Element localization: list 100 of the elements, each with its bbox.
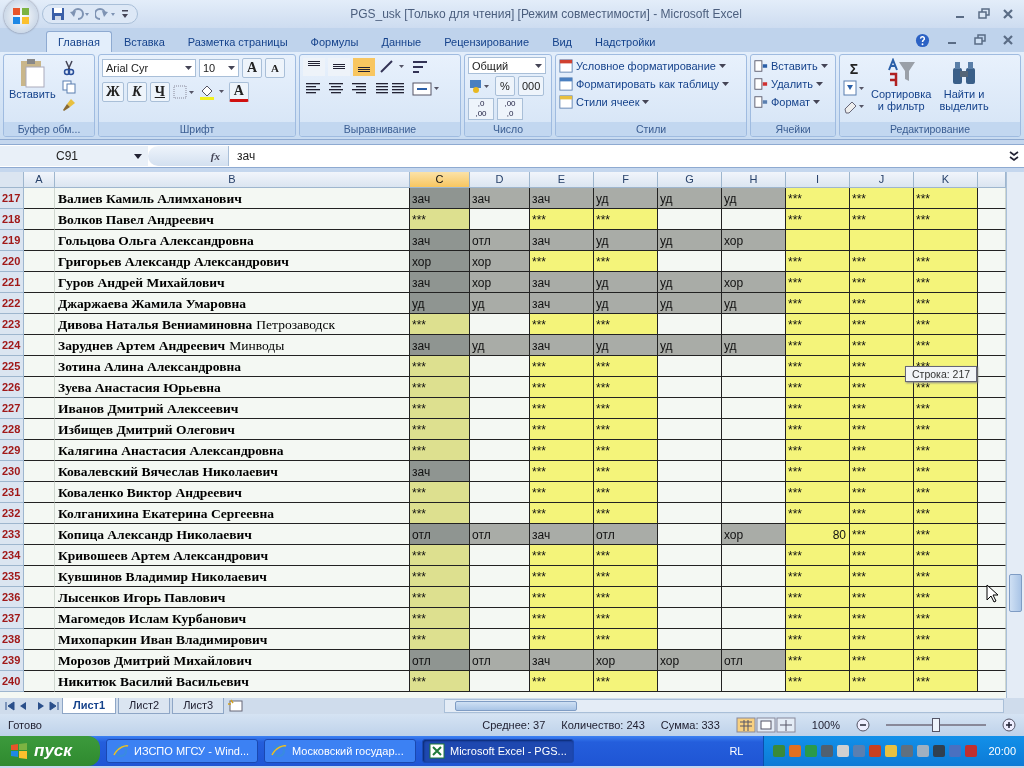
thousands-button[interactable]: 000 bbox=[518, 76, 545, 96]
column-header[interactable]: B bbox=[55, 172, 410, 188]
help-icon[interactable] bbox=[915, 32, 930, 48]
insert-function-button[interactable]: fx bbox=[148, 146, 228, 166]
row-header[interactable]: 240 bbox=[0, 671, 24, 692]
fill-color-icon[interactable] bbox=[197, 83, 226, 101]
taskbar-button[interactable]: Московский государ... bbox=[264, 739, 416, 763]
save-icon[interactable] bbox=[51, 7, 65, 21]
customize-icon[interactable] bbox=[121, 8, 129, 20]
sheet-tab[interactable]: Лист1 bbox=[62, 698, 117, 714]
row-header[interactable]: 223 bbox=[0, 314, 24, 335]
column-header[interactable]: E bbox=[530, 172, 594, 188]
close-icon[interactable] bbox=[1002, 8, 1014, 20]
paste-button[interactable]: Вставить bbox=[7, 58, 58, 100]
column-header[interactable]: K bbox=[914, 172, 978, 188]
row-header[interactable]: 230 bbox=[0, 461, 24, 482]
styles-menu-button[interactable]: Условное форматирование bbox=[559, 58, 726, 74]
column-header[interactable] bbox=[978, 172, 1006, 188]
font-family-field[interactable]: Arial Cyr bbox=[102, 59, 196, 77]
font-size-field[interactable]: 10 bbox=[199, 59, 239, 77]
cells-menu-button[interactable]: Удалить bbox=[754, 76, 823, 92]
shrink-font-button[interactable]: A bbox=[265, 58, 285, 78]
fill-down-icon[interactable] bbox=[843, 80, 865, 96]
ribbon-tab[interactable]: Формулы bbox=[299, 32, 370, 52]
sheet-navigation-icon[interactable] bbox=[4, 700, 60, 712]
row-header[interactable]: 227 bbox=[0, 398, 24, 419]
align-icon[interactable] bbox=[303, 58, 325, 76]
italic-button[interactable]: К bbox=[126, 82, 147, 102]
row-header[interactable]: 239 bbox=[0, 650, 24, 671]
decimal-button[interactable]: ,0 ,00 bbox=[468, 98, 494, 120]
row-header[interactable]: 217 bbox=[0, 188, 24, 209]
row-header[interactable]: 238 bbox=[0, 629, 24, 650]
row-header[interactable]: 229 bbox=[0, 440, 24, 461]
tray-icon[interactable] bbox=[884, 744, 899, 758]
row-header[interactable]: 220 bbox=[0, 251, 24, 272]
align-icon[interactable] bbox=[353, 58, 375, 76]
scroll-thumb[interactable] bbox=[1009, 574, 1022, 612]
ribbon-tab[interactable]: Вставка bbox=[112, 32, 176, 52]
cells-menu-button[interactable]: Вставить bbox=[754, 58, 828, 74]
column-header[interactable]: A bbox=[24, 172, 55, 188]
ribbon-tab[interactable]: Главная bbox=[46, 31, 112, 52]
restore-icon[interactable] bbox=[974, 34, 986, 46]
row-header[interactable]: 234 bbox=[0, 545, 24, 566]
slider-thumb[interactable] bbox=[932, 718, 940, 732]
row-header[interactable]: 219 bbox=[0, 230, 24, 251]
percent-button[interactable]: % bbox=[495, 76, 515, 96]
sheet-tab[interactable]: Лист2 bbox=[118, 698, 171, 714]
column-header[interactable]: J bbox=[850, 172, 914, 188]
row-header[interactable]: 231 bbox=[0, 482, 24, 503]
formula-field[interactable]: зач bbox=[228, 146, 1008, 166]
horizontal-scrollbar[interactable] bbox=[444, 699, 1004, 713]
tray-icon[interactable] bbox=[836, 744, 851, 758]
borders-icon[interactable] bbox=[172, 84, 195, 100]
column-header[interactable]: I bbox=[786, 172, 850, 188]
row-header[interactable]: 221 bbox=[0, 272, 24, 293]
expand-icon[interactable] bbox=[1008, 149, 1020, 163]
column-header[interactable]: F bbox=[594, 172, 658, 188]
name-box[interactable]: C91 bbox=[0, 146, 148, 166]
zoom-out-icon[interactable] bbox=[856, 718, 870, 732]
ribbon-tab[interactable]: Рецензирование bbox=[433, 32, 541, 52]
cells-menu-button[interactable]: Формат bbox=[754, 94, 821, 110]
wrap-text-icon[interactable] bbox=[411, 58, 429, 76]
underline-button[interactable]: Ч bbox=[149, 82, 170, 102]
currency-icon[interactable] bbox=[468, 78, 492, 94]
vertical-scrollbar[interactable] bbox=[1006, 172, 1024, 698]
column-header[interactable]: D bbox=[470, 172, 530, 188]
row-header[interactable]: 233 bbox=[0, 524, 24, 545]
row-header[interactable]: 228 bbox=[0, 419, 24, 440]
language-indicator[interactable]: RL bbox=[729, 745, 758, 757]
number-format-field[interactable]: Общий bbox=[468, 57, 546, 74]
zoom-level[interactable]: 100% bbox=[811, 719, 840, 731]
taskbar-button[interactable]: Microsoft Excel - PGS... bbox=[422, 739, 574, 763]
copy-icon[interactable] bbox=[61, 80, 76, 94]
ribbon-tab[interactable]: Вид bbox=[541, 32, 584, 52]
row-header[interactable]: 225 bbox=[0, 356, 24, 377]
row-header[interactable]: 232 bbox=[0, 503, 24, 524]
font-color-button[interactable]: А bbox=[228, 82, 249, 102]
row-header[interactable]: 218 bbox=[0, 209, 24, 230]
row-header[interactable]: 237 bbox=[0, 608, 24, 629]
row-header[interactable]: 236 bbox=[0, 587, 24, 608]
row-header[interactable]: 226 bbox=[0, 377, 24, 398]
sheet-tab[interactable]: Лист3 bbox=[172, 698, 225, 714]
scissors-icon[interactable] bbox=[61, 60, 76, 76]
brush-icon[interactable] bbox=[61, 98, 76, 112]
styles-menu-button[interactable]: Форматировать как таблицу bbox=[559, 76, 730, 92]
align-icon[interactable] bbox=[328, 58, 350, 76]
zoom-in-icon[interactable] bbox=[1002, 718, 1016, 732]
ribbon-tab[interactable]: Данные bbox=[370, 32, 433, 52]
bold-button[interactable]: Ж bbox=[102, 82, 124, 102]
tray-icon[interactable] bbox=[916, 744, 931, 758]
row-header[interactable]: 222 bbox=[0, 293, 24, 314]
find-select-button[interactable]: Найти и выделить bbox=[937, 58, 991, 112]
row-header[interactable]: 224 bbox=[0, 335, 24, 356]
tray-icon[interactable] bbox=[932, 744, 947, 758]
decimal-button[interactable]: ,00 ,0 bbox=[497, 98, 523, 120]
ribbon-tab[interactable]: Надстройки bbox=[584, 32, 667, 52]
ribbon-tab[interactable]: Разметка страницы bbox=[176, 32, 299, 52]
autosum-button[interactable]: Σ bbox=[843, 60, 865, 78]
taskbar-button[interactable]: ИЗСПО МГСУ - Wind... bbox=[106, 739, 258, 763]
row-header[interactable]: 235 bbox=[0, 566, 24, 587]
